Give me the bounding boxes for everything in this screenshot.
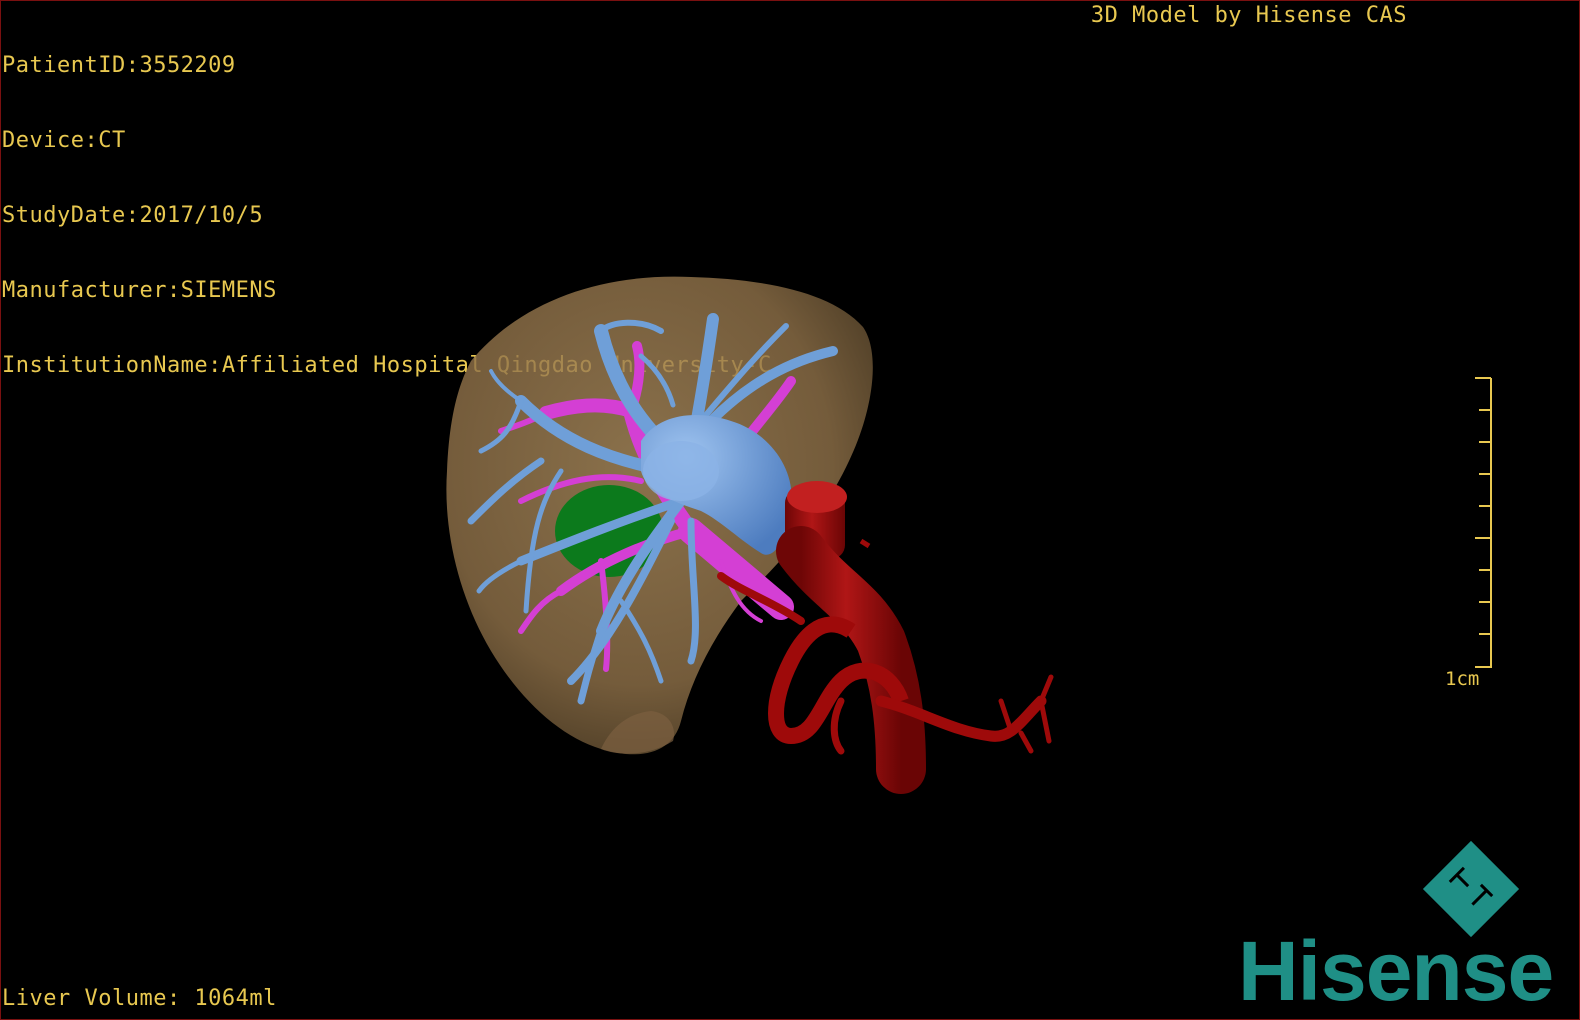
- scale-label: 1cm: [1445, 668, 1480, 690]
- 3d-viewport[interactable]: PatientID:3552209 Device:CT StudyDate:20…: [0, 0, 1580, 1020]
- liver-3d-model[interactable]: [1, 1, 1579, 1019]
- liver-volume-text: Liver Volume: 1064ml: [2, 986, 277, 1011]
- scale-bar: [1475, 377, 1492, 668]
- brand-logo-text: Hisense: [1238, 924, 1554, 1018]
